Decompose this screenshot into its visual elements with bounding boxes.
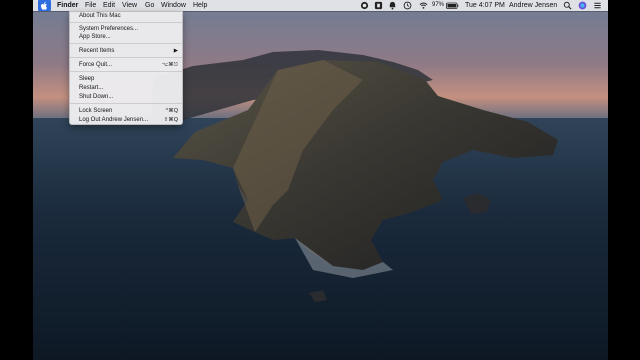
- wifi-icon[interactable]: [419, 1, 428, 10]
- control-center-icon[interactable]: [593, 1, 602, 10]
- menu-separator: [70, 103, 182, 104]
- menu-separator: [70, 71, 182, 72]
- battery-icon[interactable]: [446, 1, 459, 10]
- menu-item-label: Restart...: [79, 85, 104, 91]
- menu-item-label: Shut Down...: [79, 94, 114, 100]
- clock[interactable]: Tue 4:07 PM: [465, 0, 505, 11]
- menu-item-label: App Store...: [79, 34, 111, 40]
- menu-item-label: Force Quit...: [79, 62, 113, 68]
- desktop: Finder File Edit View Go Window Help 97%…: [33, 0, 608, 360]
- menu-item-log-out[interactable]: Log Out Andrew Jensen... ⇧⌘Q: [70, 116, 182, 124]
- menu-item-system-preferences[interactable]: System Preferences...: [70, 25, 182, 33]
- menu-file[interactable]: File: [85, 0, 96, 11]
- menu-bar: Finder File Edit View Go Window Help 97%…: [33, 0, 608, 11]
- menu-item-about[interactable]: About This Mac: [70, 12, 182, 20]
- menu-item-force-quit[interactable]: Force Quit... ⌥⌘⎋: [70, 61, 182, 69]
- menu-item-lock-screen[interactable]: Lock Screen ^⌘Q: [70, 107, 182, 115]
- menu-shortcut: ^⌘Q: [165, 108, 178, 114]
- time-machine-icon[interactable]: [403, 1, 412, 10]
- menu-window[interactable]: Window: [161, 0, 186, 11]
- apple-logo-icon[interactable]: [38, 0, 51, 11]
- user-name[interactable]: Andrew Jensen: [509, 0, 557, 11]
- menu-finder[interactable]: Finder: [57, 0, 78, 11]
- menu-item-label: Lock Screen: [79, 108, 113, 114]
- menu-item-sleep[interactable]: Sleep: [70, 75, 182, 83]
- menu-item-label: Sleep: [79, 76, 95, 82]
- menu-item-label: Log Out Andrew Jensen...: [79, 117, 149, 123]
- menu-item-app-store[interactable]: App Store...: [70, 33, 182, 41]
- menu-item-label: Recent Items: [79, 48, 115, 54]
- menu-separator: [70, 43, 182, 44]
- search-icon[interactable]: [563, 1, 572, 10]
- menu-item-recent-items[interactable]: Recent Items ▶: [70, 47, 182, 55]
- menu-go[interactable]: Go: [145, 0, 154, 11]
- submenu-arrow-icon: ▶: [173, 48, 178, 54]
- siri-icon[interactable]: [578, 1, 587, 10]
- menu-item-label: System Preferences...: [79, 26, 139, 32]
- menu-view[interactable]: View: [122, 0, 137, 11]
- accessibility-icon[interactable]: [374, 1, 383, 10]
- battery-percent: 97%: [432, 2, 445, 8]
- menu-help[interactable]: Help: [193, 0, 207, 11]
- apple-menu-dropdown: About This Mac System Preferences... App…: [69, 11, 183, 125]
- menu-shortcut: ⌥⌘⎋: [161, 62, 178, 68]
- menu-item-label: About This Mac: [79, 13, 121, 19]
- notification-icon[interactable]: [388, 1, 397, 10]
- menu-edit[interactable]: Edit: [103, 0, 115, 11]
- menu-item-restart[interactable]: Restart...: [70, 84, 182, 92]
- menu-separator: [70, 57, 182, 58]
- menu-shortcut: ⇧⌘Q: [163, 117, 178, 123]
- screen-recording-icon[interactable]: [360, 1, 369, 10]
- menu-item-shut-down[interactable]: Shut Down...: [70, 93, 182, 101]
- menu-separator: [70, 22, 182, 23]
